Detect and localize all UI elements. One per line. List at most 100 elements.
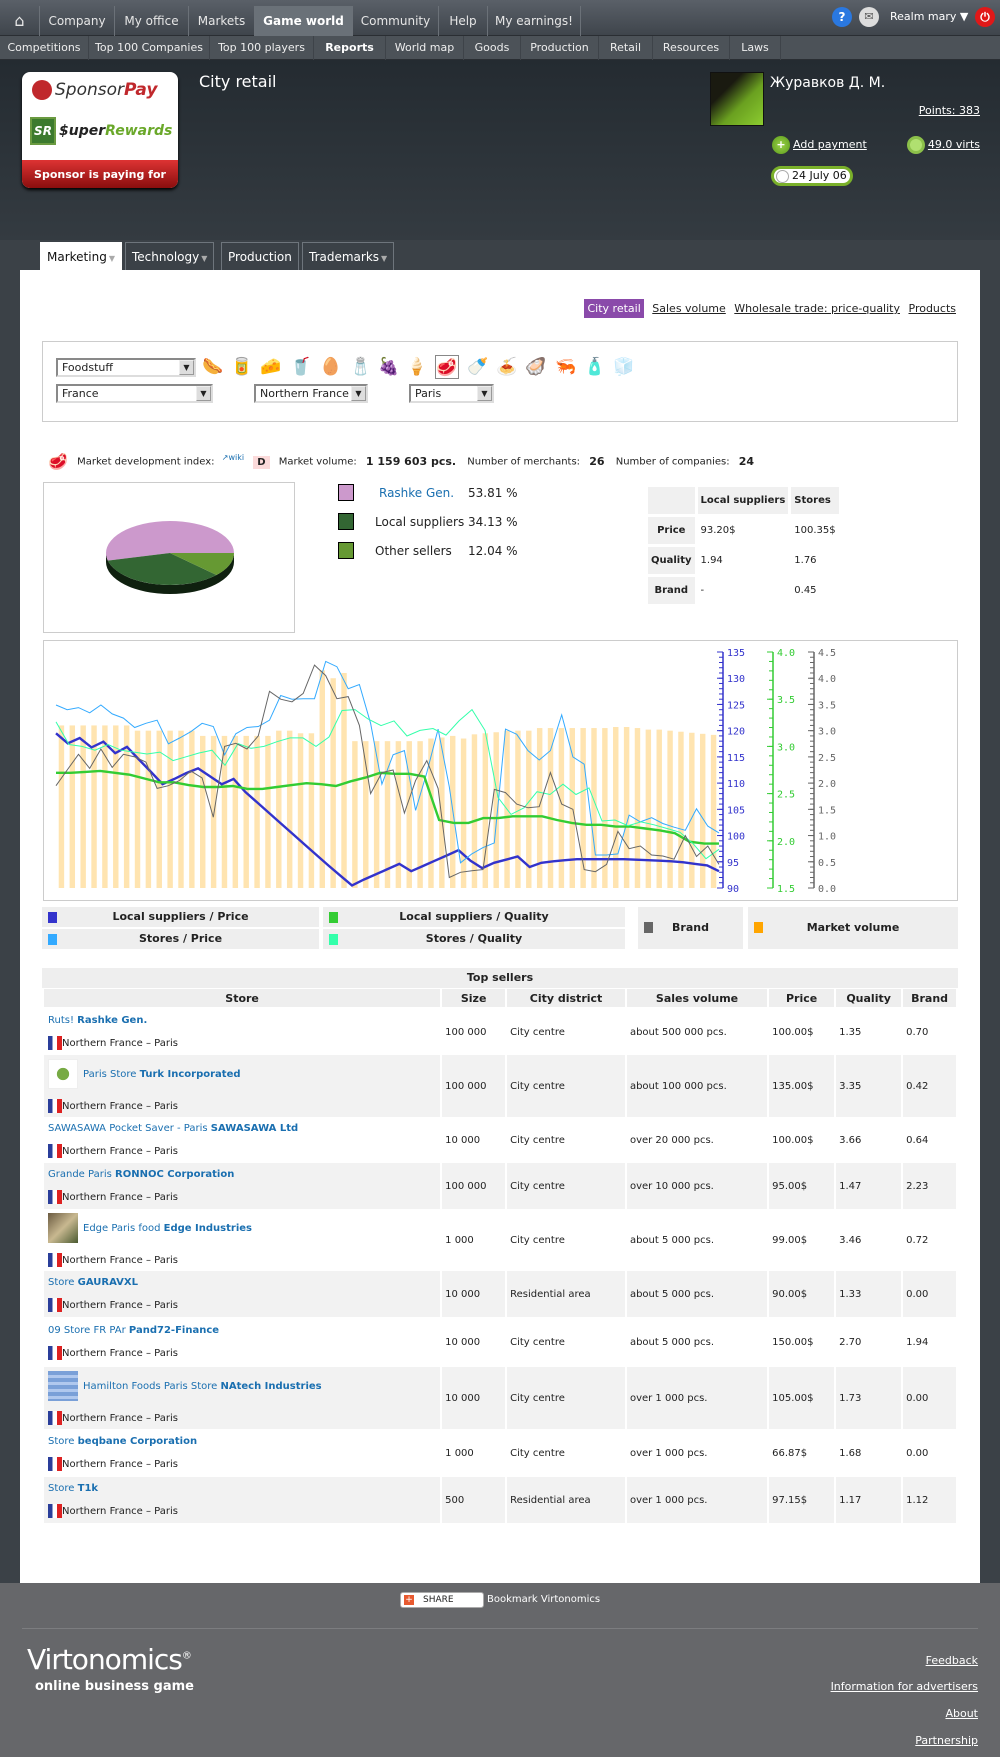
subnav-top100-companies[interactable]: Top 100 Companies: [89, 36, 210, 60]
product-meat-icon[interactable]: 🥩: [435, 355, 459, 379]
nav-help[interactable]: Help: [439, 6, 488, 36]
col-district: City district: [507, 989, 625, 1009]
store-link[interactable]: Store: [48, 1277, 74, 1288]
company-link[interactable]: GAURAVXL: [78, 1277, 138, 1288]
subnav-reports[interactable]: Reports: [314, 36, 386, 60]
table-row: Ruts! Rashke Gen. Northern France – Pari…: [44, 1009, 956, 1055]
product-yogurt-icon[interactable]: 🥤: [289, 355, 313, 379]
nav-game-world[interactable]: Game world: [255, 6, 353, 36]
subnav-retail[interactable]: Retail: [599, 36, 653, 60]
footer-link-advertisers[interactable]: Information for advertisers: [831, 1680, 978, 1693]
product-eggs-icon[interactable]: 🥚: [319, 355, 343, 379]
subnav-resources[interactable]: Resources: [653, 36, 730, 60]
store-link[interactable]: Paris Store: [83, 1069, 136, 1080]
volume-bar: [656, 729, 662, 888]
footer-link-feedback[interactable]: Feedback: [926, 1654, 978, 1667]
report-link-sales-volume[interactable]: Sales volume: [652, 302, 726, 315]
add-payment-link[interactable]: + Add payment: [772, 136, 867, 154]
store-link[interactable]: Grande Paris: [48, 1169, 112, 1180]
region-select[interactable]: Northern France ▼: [254, 384, 368, 403]
rashke-gen-link[interactable]: Rashke Gen.: [375, 486, 454, 500]
wiki-link[interactable]: ↗wiki: [222, 453, 244, 462]
product-shrimp-icon[interactable]: 🦐: [554, 355, 578, 379]
subnav-competitions[interactable]: Competitions: [0, 36, 89, 60]
company-link[interactable]: T1k: [78, 1483, 98, 1494]
plus-icon: +: [772, 136, 790, 154]
product-sausages-icon[interactable]: 🌭: [201, 355, 225, 379]
footer-link-about[interactable]: About: [945, 1707, 978, 1720]
category-select[interactable]: Foodstuff ▼: [56, 358, 196, 377]
city-select[interactable]: Paris ▼: [409, 384, 494, 403]
subnav-laws[interactable]: Laws: [730, 36, 781, 60]
report-link-city-retail[interactable]: City retail: [584, 299, 644, 318]
sponsor-banner[interactable]: SponsorPay SR $uperRewards Sponsor is pay…: [22, 72, 178, 188]
natech-logo: [48, 1371, 78, 1401]
product-pasta-icon[interactable]: 🍝: [495, 355, 519, 379]
volume-bar: [232, 735, 239, 888]
legend-stores-price: Stores / Price: [42, 929, 319, 949]
store-link[interactable]: Store: [48, 1436, 74, 1447]
product-flour-icon[interactable]: 🧂: [349, 355, 373, 379]
nav-markets[interactable]: Markets: [189, 6, 255, 36]
store-link[interactable]: Hamilton Foods Paris Store: [83, 1381, 217, 1392]
nav-community[interactable]: Community: [353, 6, 439, 36]
points-link[interactable]: Points: 383: [919, 104, 980, 117]
store-link[interactable]: Ruts!: [48, 1015, 74, 1026]
company-link[interactable]: RONNOC Corporation: [115, 1169, 234, 1180]
report-link-wholesale[interactable]: Wholesale trade: price-quality: [734, 302, 900, 315]
france-flag-icon: [48, 1456, 62, 1471]
report-link-products[interactable]: Products: [909, 302, 957, 315]
legend-local-quality: Local suppliers / Quality: [323, 907, 625, 927]
help-icon[interactable]: ?: [832, 7, 852, 27]
brand-cell: 2.23: [903, 1163, 956, 1209]
footer-link-partnership[interactable]: Partnership: [915, 1734, 978, 1747]
top-nav: ⌂ Company My office Markets Game world C…: [0, 0, 1000, 36]
share-button[interactable]: + SHARE: [400, 1592, 484, 1608]
nav-company[interactable]: Company: [40, 6, 115, 36]
bookmark-text: Bookmark Virtonomics: [487, 1594, 601, 1605]
virts-label: 49.0 virts: [927, 138, 980, 151]
store-link[interactable]: Store: [48, 1483, 74, 1494]
nav-my-office[interactable]: My office: [115, 6, 189, 36]
virts-link[interactable]: 49.0 virts: [906, 136, 980, 154]
subnav-top100-players[interactable]: Top 100 players: [210, 36, 314, 60]
company-link[interactable]: Edge Industries: [164, 1223, 252, 1234]
product-spices-icon[interactable]: 🧴: [583, 355, 607, 379]
avatar[interactable]: [710, 72, 764, 126]
company-link[interactable]: Pand72-Finance: [129, 1325, 219, 1336]
tab-trademarks[interactable]: Trademarks ▼: [302, 242, 395, 270]
logout-power-icon[interactable]: ⏻: [975, 7, 995, 27]
store-link[interactable]: Edge Paris food: [83, 1223, 160, 1234]
legend-swatch: [329, 912, 338, 923]
product-seafood-icon[interactable]: 🦪: [524, 355, 548, 379]
store-link[interactable]: 09 Store FR PAr: [48, 1325, 126, 1336]
store-link[interactable]: SAWASAWA Pocket Saver - Paris: [48, 1123, 208, 1134]
size-cell: 100 000: [442, 1163, 506, 1209]
product-canned-food-icon[interactable]: 🥫: [230, 355, 254, 379]
realm-selector[interactable]: Realm mary ▼: [890, 10, 968, 23]
size-cell: 1 000: [445, 1447, 474, 1459]
page-title: City retail: [199, 72, 277, 91]
country-select[interactable]: France ▼: [56, 384, 213, 403]
mail-icon[interactable]: ✉: [859, 7, 879, 27]
nav-my-earnings[interactable]: My earnings!: [488, 6, 581, 36]
tab-technology[interactable]: Technology ▼: [125, 242, 215, 270]
product-sugar-icon[interactable]: 🧊: [612, 355, 636, 379]
home-button[interactable]: ⌂: [0, 6, 40, 36]
company-link[interactable]: Turk Incorporated: [140, 1069, 241, 1080]
product-grapes-icon[interactable]: 🍇: [377, 355, 401, 379]
line-chart-svg: 90 95 100 105 110 115 120 125 130 135 1.5 2.0 2.5 3.0…: [55, 648, 836, 895]
product-ice-cream-icon[interactable]: 🍦: [405, 355, 429, 379]
tab-marketing[interactable]: Marketing ▼: [40, 242, 122, 270]
company-link[interactable]: beqbane Corporation: [78, 1436, 197, 1447]
subnav-world-map[interactable]: World map: [386, 36, 464, 60]
tab-production[interactable]: Production: [221, 242, 299, 270]
volume-bar: [406, 741, 412, 888]
company-link[interactable]: Rashke Gen.: [77, 1015, 147, 1026]
company-link[interactable]: NAtech Industries: [220, 1381, 321, 1392]
company-link[interactable]: SAWASAWA Ltd: [211, 1123, 298, 1134]
subnav-production[interactable]: Production: [521, 36, 599, 60]
product-cheese-icon[interactable]: 🧀: [259, 355, 283, 379]
subnav-goods[interactable]: Goods: [464, 36, 521, 60]
product-milk-icon[interactable]: 🍼: [466, 355, 490, 379]
